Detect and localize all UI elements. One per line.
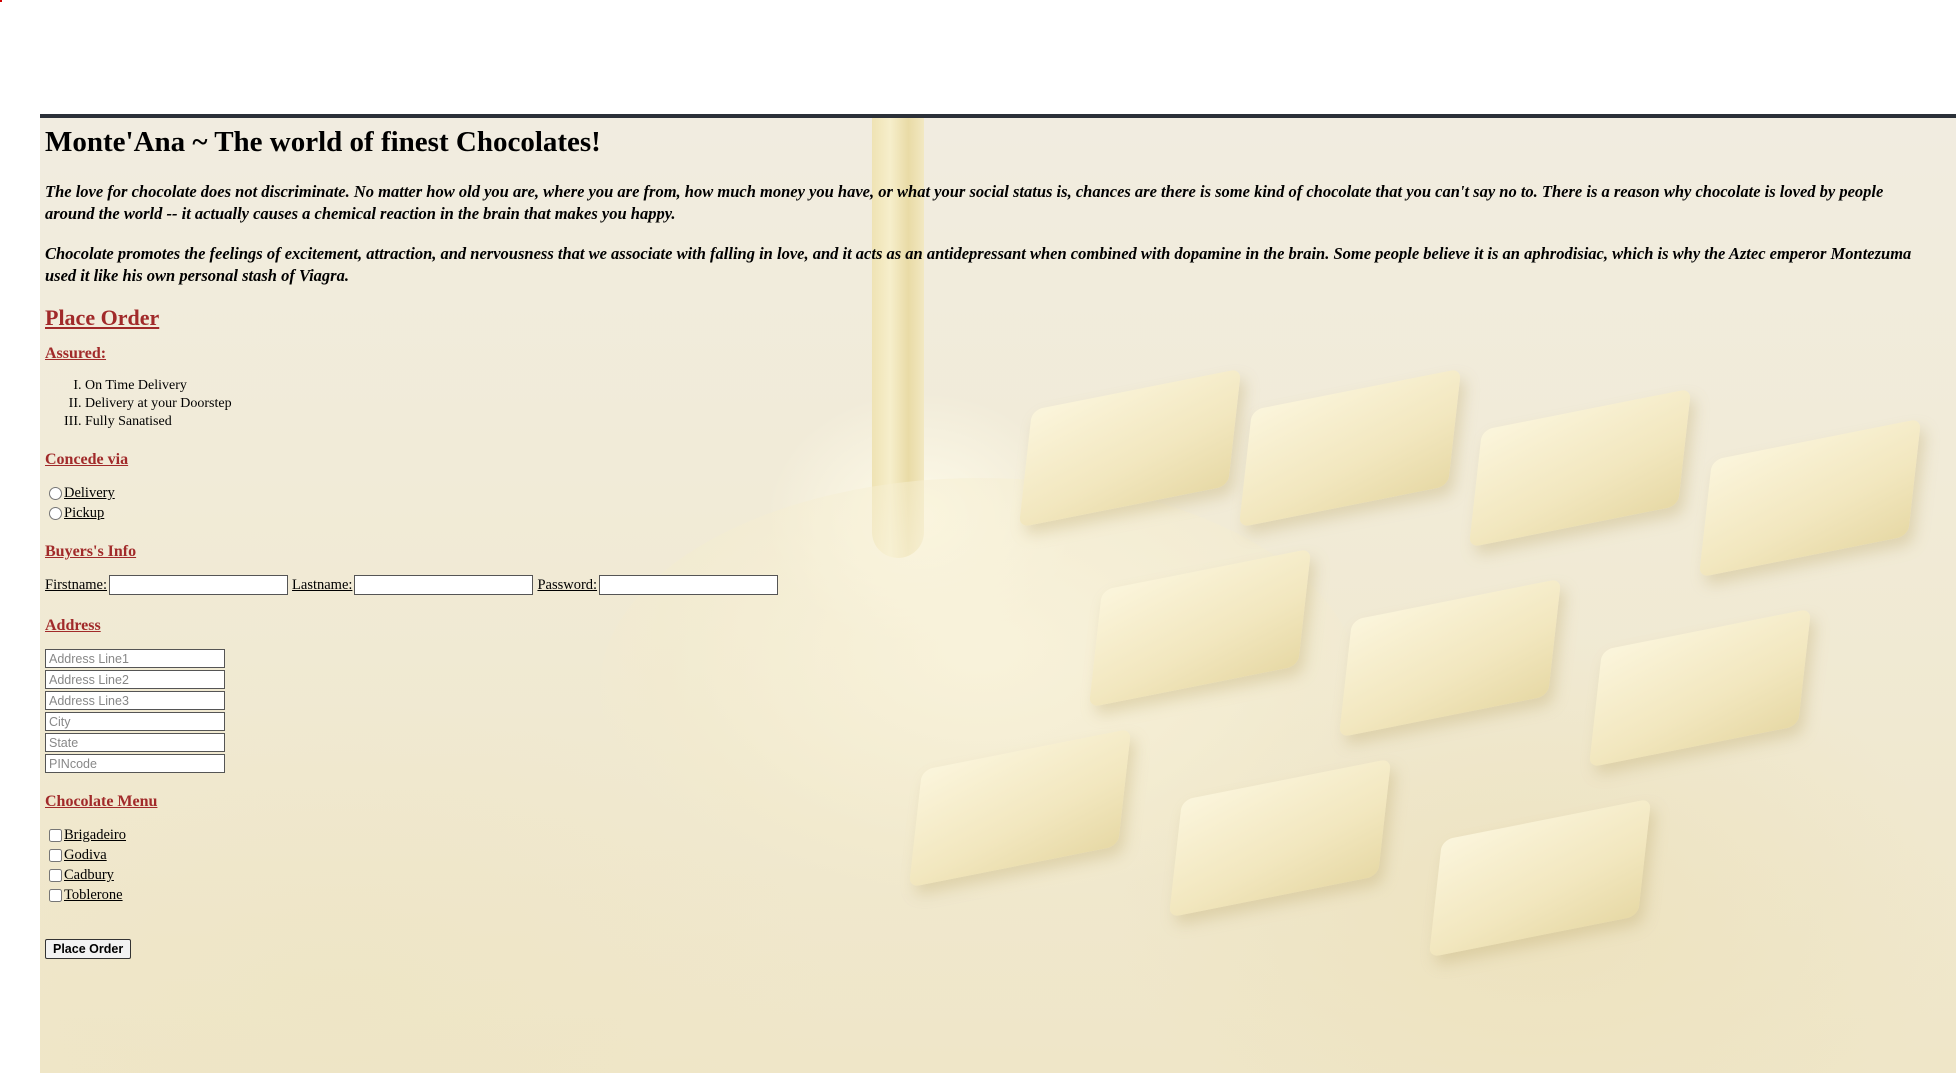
pincode-field[interactable] (45, 754, 225, 773)
chocolate-menu-options: Brigadeiro Godiva Cadbury Toblerone (45, 825, 1925, 905)
toblerone-checkbox[interactable] (49, 888, 62, 902)
lastname-field[interactable] (354, 575, 534, 595)
intro-paragraph-2: Chocolate promotes the feelings of excit… (45, 244, 1912, 285)
assured-item: Delivery at your Doorstep (85, 395, 1925, 413)
password-label: Password: (537, 576, 598, 593)
address-heading-link[interactable]: Address (45, 617, 1925, 635)
concede-heading-link[interactable]: Concede via (45, 451, 1925, 469)
address-fields (45, 649, 1925, 773)
brigadeiro-label[interactable]: Brigadeiro (64, 825, 126, 845)
page-title: Monte'Ana ~ The world of finest Chocolat… (45, 126, 601, 158)
pickup-label[interactable]: Pickup (64, 503, 104, 523)
address-line1-field[interactable] (45, 649, 225, 668)
chocolate-menu-heading-link[interactable]: Chocolate Menu (45, 793, 1925, 811)
brigadeiro-checkbox[interactable] (49, 828, 62, 842)
assured-heading-link[interactable]: Assured: (45, 345, 1925, 363)
concede-options: Delivery Pickup (45, 483, 1925, 523)
assured-item: On Time Delivery (85, 377, 1925, 395)
toblerone-label[interactable]: Toblerone (64, 885, 123, 905)
cadbury-label[interactable]: Cadbury (64, 865, 114, 885)
intro-paragraph-1: The love for chocolate does not discrimi… (45, 182, 1884, 223)
place-order-button[interactable]: Place Order (45, 939, 132, 959)
assured-item: Fully Sanatised (85, 413, 1925, 431)
buyers-info-heading-link[interactable]: Buyers's Info (45, 543, 1925, 561)
address-line3-field[interactable] (45, 691, 225, 710)
state-field[interactable] (45, 733, 225, 752)
assured-list: On Time Delivery Delivery at your Doorst… (45, 377, 1925, 431)
delivery-option: Delivery (45, 483, 1925, 503)
cadbury-checkbox[interactable] (49, 868, 62, 882)
pickup-option: Pickup (45, 503, 1925, 523)
lastname-label: Lastname: (292, 576, 353, 593)
firstname-field[interactable] (109, 575, 289, 595)
godiva-label[interactable]: Godiva (64, 845, 107, 865)
corner-marker (0, 0, 2, 2)
menu-option: Godiva (45, 845, 1925, 865)
address-line2-field[interactable] (45, 670, 225, 689)
order-page-content: Monte'Ana ~ The world of finest Chocolat… (45, 126, 1925, 959)
place-order-heading-link[interactable]: Place Order (45, 305, 1925, 331)
firstname-label: Firstname: (45, 576, 108, 593)
delivery-label[interactable]: Delivery (64, 483, 115, 503)
godiva-checkbox[interactable] (49, 848, 62, 862)
menu-option: Brigadeiro (45, 825, 1925, 845)
delivery-radio[interactable] (49, 486, 62, 500)
pickup-radio[interactable] (49, 506, 62, 520)
city-field[interactable] (45, 712, 225, 731)
menu-option: Cadbury (45, 865, 1925, 885)
buyers-info-row: Firstname: Lastname: Password: (45, 575, 1925, 595)
menu-option: Toblerone (45, 885, 1925, 905)
password-field[interactable] (599, 575, 779, 595)
